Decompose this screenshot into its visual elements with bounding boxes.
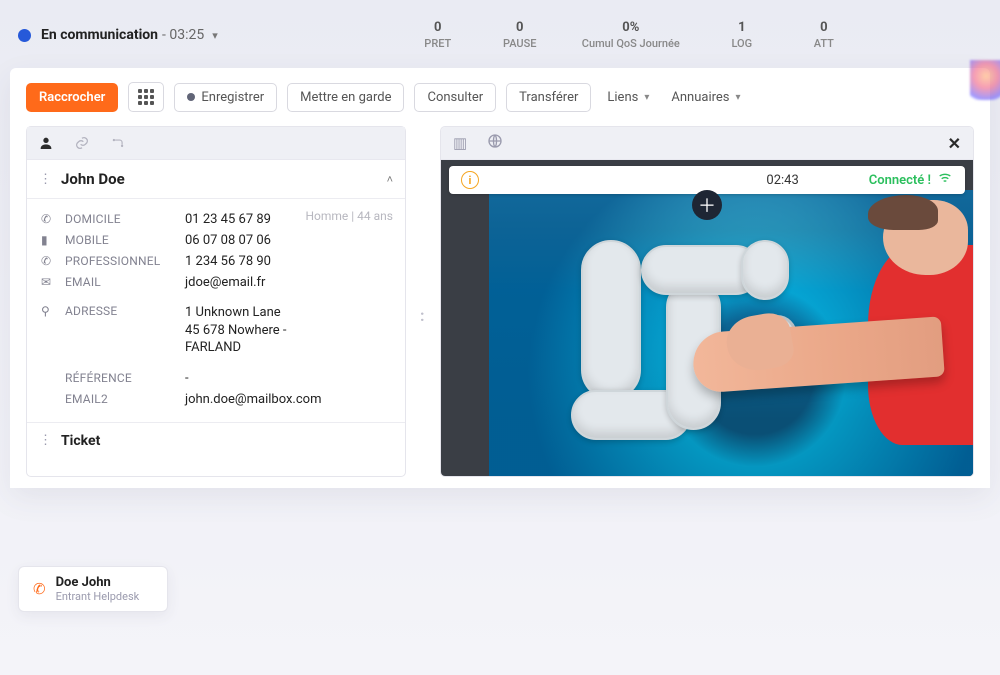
phone-incoming-icon: ✆: [33, 580, 46, 598]
address-value: 1 Unknown Lane45 678 Nowhere -FARLAND: [185, 304, 287, 357]
call-status-duration: - 03:25: [162, 27, 204, 43]
pane-resize-handle[interactable]: [420, 126, 426, 477]
call-chip-sub: Entrant Helpdesk: [56, 590, 140, 603]
connection-status: Connecté !: [869, 170, 953, 190]
status-dropdown[interactable]: ▾: [212, 29, 218, 42]
metric-qos: 0% Cumul QoS Journée: [582, 20, 680, 50]
metric-pret: 0 PRET: [418, 20, 458, 50]
record-icon: [187, 93, 195, 101]
person-tab-icon[interactable]: [37, 135, 55, 151]
field-reference: . RÉFÉRENCE -: [41, 368, 391, 389]
chevron-down-icon: ▾: [736, 92, 741, 103]
video-timer: 02:43: [766, 173, 798, 188]
mobile-icon: ▮: [41, 233, 55, 247]
consult-button[interactable]: Consulter: [414, 83, 496, 112]
active-call-chip[interactable]: ✆ Doe John Entrant Helpdesk: [18, 566, 168, 612]
video-card: ▥ ✕ i 02:43 Connecté ! ＋: [440, 126, 974, 477]
link-tab-icon[interactable]: [73, 135, 91, 151]
field-mobile: ▮ MOBILE 06 07 08 07 06: [41, 230, 391, 251]
close-tab-button[interactable]: ✕: [948, 134, 961, 153]
collapse-toggle[interactable]: ˄: [387, 173, 393, 186]
contact-name: John Doe: [61, 170, 387, 188]
brand-logo-icon: [970, 60, 1000, 100]
status-indicator-dot: [18, 29, 31, 42]
dialpad-button[interactable]: [128, 82, 164, 112]
record-button[interactable]: Enregistrer: [174, 83, 277, 112]
metrics-bar: 0 PRET 0 PAUSE 0% Cumul QoS Journée 1 LO…: [418, 20, 844, 50]
wifi-icon: [937, 170, 953, 190]
transfer-button[interactable]: Transférer: [506, 83, 591, 112]
field-email: ✉ EMAIL jdoe@email.fr: [41, 272, 391, 293]
chevron-down-icon: ▾: [644, 92, 649, 103]
metric-pause: 0 PAUSE: [500, 20, 540, 50]
pin-icon: ⚲: [41, 304, 55, 318]
directories-dropdown[interactable]: Annuaires▾: [665, 86, 746, 109]
ticket-section-title: Ticket: [61, 433, 100, 449]
add-button[interactable]: ＋: [692, 190, 722, 220]
field-email2: . EMAIL2 john.doe@mailbox.com: [41, 389, 391, 410]
call-status-label: En communication: [41, 27, 158, 43]
drag-handle-icon[interactable]: ⋮: [39, 433, 53, 448]
hold-button[interactable]: Mettre en garde: [287, 83, 404, 112]
phone-icon: ✆: [41, 254, 55, 268]
metric-att: 0 ATT: [804, 20, 844, 50]
mail-icon: ✉: [41, 275, 55, 289]
links-dropdown[interactable]: Liens▾: [601, 86, 655, 109]
drag-handle-icon[interactable]: ⋮: [39, 172, 53, 187]
metric-log: 1 LOG: [722, 20, 762, 50]
phone-icon: ✆: [41, 212, 55, 226]
contact-meta: Homme | 44 ans: [305, 209, 393, 223]
dialpad-icon: [138, 89, 154, 105]
book-tab-icon[interactable]: ▥: [453, 134, 467, 152]
field-address: ⚲ ADRESSE 1 Unknown Lane45 678 Nowhere -…: [41, 301, 391, 360]
video-viewport: i 02:43 Connecté ! ＋: [441, 160, 973, 476]
contact-card: ⋮ John Doe ˄ Homme | 44 ans ✆ DOMICILE 0…: [26, 126, 406, 477]
call-chip-name: Doe John: [56, 575, 140, 590]
route-tab-icon[interactable]: [109, 135, 127, 151]
hangup-button[interactable]: Raccrocher: [26, 83, 118, 112]
field-professional: ✆ PROFESSIONNEL 1 234 56 78 90: [41, 251, 391, 272]
globe-tab-icon[interactable]: [487, 133, 503, 153]
info-icon[interactable]: i: [461, 171, 479, 189]
